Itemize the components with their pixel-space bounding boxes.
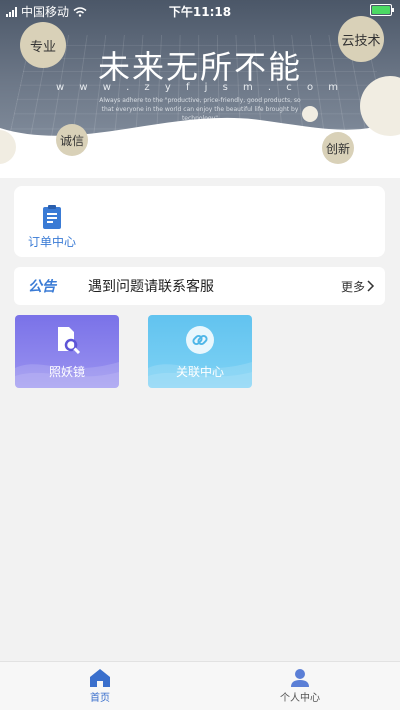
order-card: 订单中心 <box>14 186 385 257</box>
order-center-label: 订单中心 <box>28 235 77 249</box>
notice-tag: 公告 <box>28 279 56 295</box>
tile-mirror[interactable]: 照妖镜 <box>15 315 119 388</box>
badge-professional: 专业 <box>20 22 66 68</box>
badge-integrity: 诚信 <box>56 124 88 156</box>
nav-profile[interactable]: 个人中心 <box>260 668 340 704</box>
clipboard-icon <box>43 205 61 229</box>
battery-icon <box>370 4 394 16</box>
tile-link-center-label: 关联中心 <box>175 365 224 379</box>
chevron-right-icon <box>367 280 375 292</box>
decor-circle-small <box>302 106 318 122</box>
user-icon <box>291 669 309 687</box>
nav-home[interactable]: 首页 <box>60 668 140 704</box>
notice-text: 遇到问题请联系客服 <box>88 279 214 295</box>
order-center-button[interactable]: 订单中心 <box>28 204 76 250</box>
link-icon <box>186 326 214 354</box>
bottom-nav: 首页 个人中心 <box>0 661 400 710</box>
badge-innovation: 创新 <box>322 132 354 164</box>
status-bar: 中国移动 下午11:18 <box>0 0 400 20</box>
hero-url: w w w . z y f j s m . c o m <box>56 82 344 93</box>
home-icon <box>90 669 110 687</box>
document-search-icon <box>58 327 81 355</box>
hero-banner: 未来无所不能 w w w . z y f j s m . c o m Alway… <box>0 0 400 178</box>
notice-more-label: 更多 <box>340 279 365 294</box>
status-time: 下午11:18 <box>168 5 232 19</box>
tile-link-center[interactable]: 关联中心 <box>148 315 252 388</box>
badge-cloud-tech: 云技术 <box>338 16 384 62</box>
nav-profile-label: 个人中心 <box>280 693 320 704</box>
notice-bar[interactable]: 公告 遇到问题请联系客服 更多 <box>14 267 385 305</box>
notice-more-link[interactable]: 更多 <box>341 278 375 295</box>
nav-home-label: 首页 <box>90 693 110 704</box>
tile-mirror-label: 照妖镜 <box>48 365 85 379</box>
